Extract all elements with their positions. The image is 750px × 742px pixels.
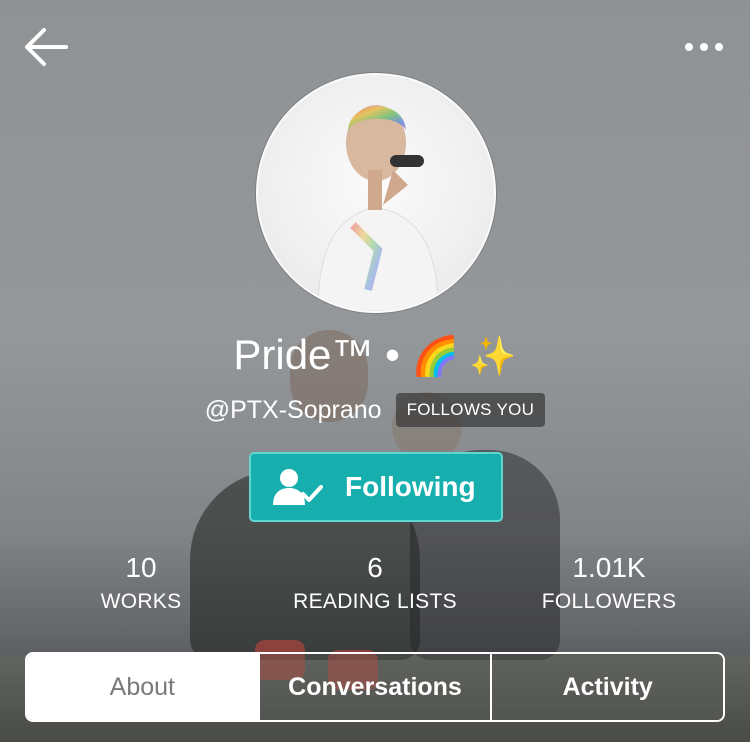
stat-works[interactable]: 10 WORKS xyxy=(21,550,261,616)
follows-you-badge: FOLLOWS YOU xyxy=(395,393,546,427)
profile-display-name: Pride™ • 🌈 ✨ xyxy=(0,330,750,382)
user-check-icon xyxy=(273,469,323,505)
arrow-left-icon xyxy=(25,28,68,66)
following-button[interactable]: Following xyxy=(249,452,503,522)
back-button[interactable] xyxy=(22,26,70,68)
avatar-photo xyxy=(317,105,439,311)
profile-handle: @PTX-Soprano xyxy=(204,395,382,424)
stat-reading-lists[interactable]: 6 READING LISTS xyxy=(255,550,495,616)
stat-label: WORKS xyxy=(100,590,182,613)
handle-row: @PTX-Soprano FOLLOWS YOU xyxy=(0,392,750,428)
stat-value: 1.01K xyxy=(572,552,646,583)
tab-conversations[interactable]: Conversations xyxy=(257,654,491,720)
stat-label: READING LISTS xyxy=(293,590,457,613)
stat-value: 6 xyxy=(367,552,383,583)
tab-about[interactable]: About xyxy=(27,654,258,720)
profile-tabs: About Conversations Activity xyxy=(25,652,725,722)
more-options-button[interactable] xyxy=(680,30,728,64)
stat-followers[interactable]: 1.01K FOLLOWERS xyxy=(489,550,729,616)
stat-value: 10 xyxy=(125,552,157,583)
tab-activity[interactable]: Activity xyxy=(490,654,723,720)
more-horizontal-icon xyxy=(685,43,723,51)
display-name-text: Pride™ • xyxy=(233,331,400,378)
following-button-label: Following xyxy=(345,471,476,502)
profile-avatar[interactable] xyxy=(256,73,496,313)
stat-label: FOLLOWERS xyxy=(541,590,677,613)
rainbow-sparkles-emoji: 🌈 ✨ xyxy=(411,336,517,378)
